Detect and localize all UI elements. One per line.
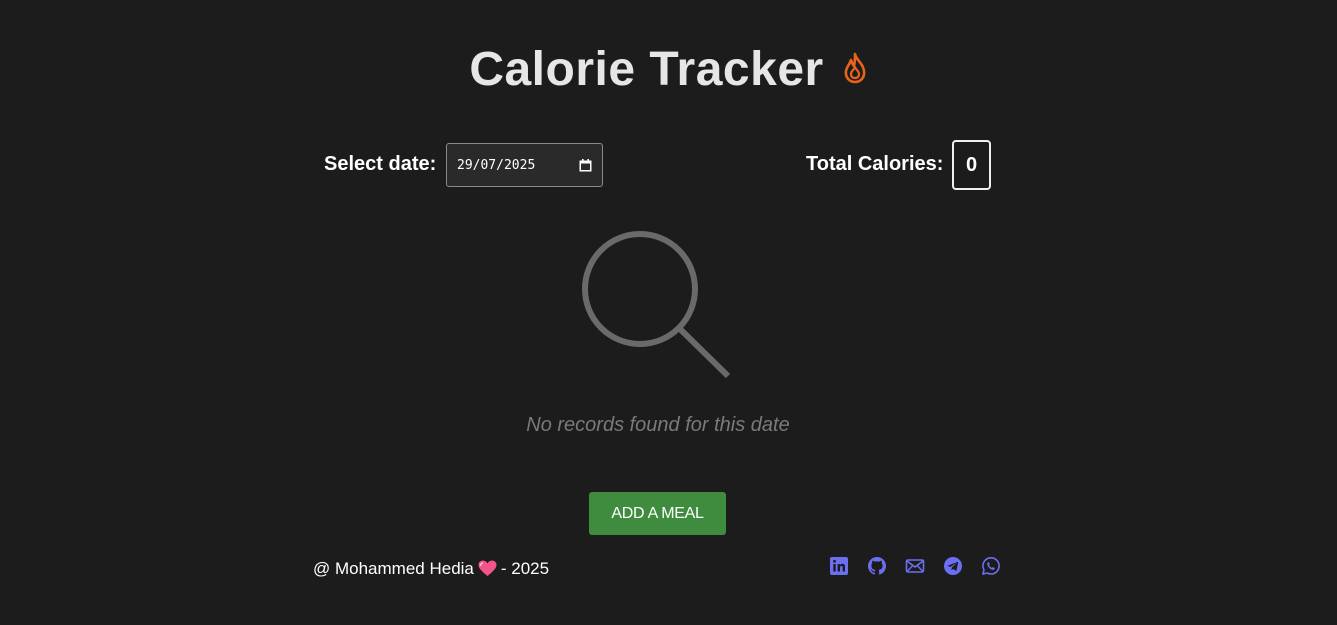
heart-icon [478, 560, 497, 582]
total-calories-value: 0 [952, 140, 991, 190]
date-value: 29/07/2025 [457, 157, 536, 173]
total-calories-label: Total Calories: [806, 153, 944, 175]
calendar-icon[interactable] [579, 158, 592, 172]
flame-icon [842, 52, 868, 92]
add-meal-button[interactable]: ADD A MEAL [589, 492, 726, 535]
page-title: Calorie Tracker [0, 42, 1337, 97]
social-links [828, 555, 1018, 577]
whatsapp-icon[interactable] [980, 555, 1002, 577]
footer-author: @ Mohammed Hedia [313, 559, 474, 578]
calorie-tracker-page: Calorie Tracker Select date: 29/07/2025 … [0, 0, 1337, 625]
telegram-icon[interactable] [942, 555, 964, 577]
empty-state-message: No records found for this date [526, 414, 790, 436]
footer-year: - 2025 [500, 559, 550, 578]
app-title: Calorie Tracker [469, 43, 824, 96]
magnifying-glass-icon [578, 228, 734, 387]
github-icon[interactable] [866, 555, 888, 577]
linkedin-icon[interactable] [828, 555, 850, 577]
date-label: Select date: [324, 153, 437, 175]
mail-icon[interactable] [904, 555, 926, 577]
date-input[interactable]: 29/07/2025 [446, 143, 603, 187]
footer-credit: @ Mohammed Hedia - 2025 [313, 559, 549, 582]
